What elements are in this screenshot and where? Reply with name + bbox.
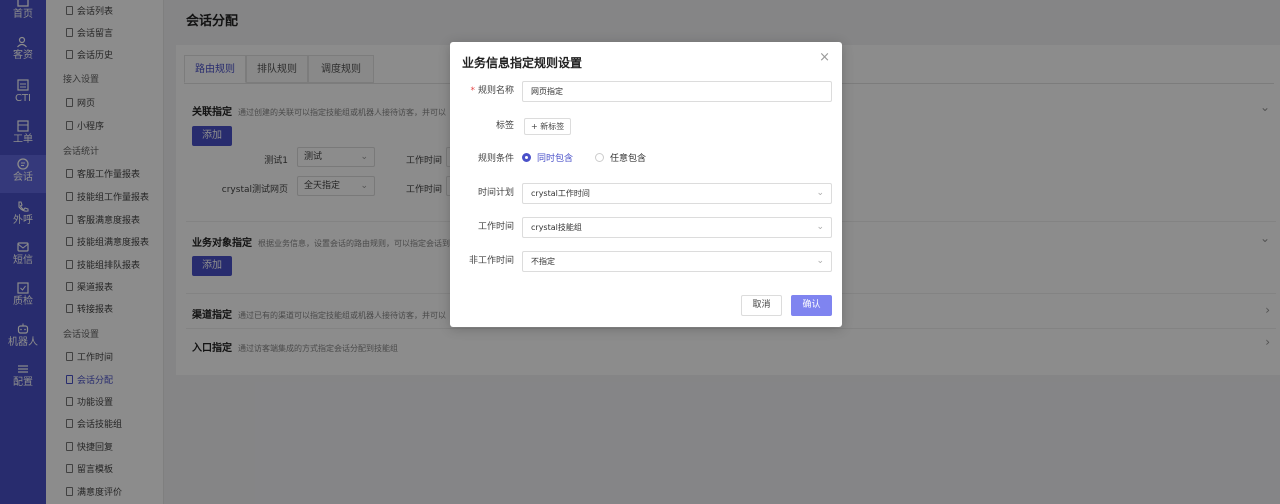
tag-label: 标签 (495, 121, 514, 131)
rule-condition-label: 规则条件 (477, 154, 514, 164)
rule-settings-dialog: 业务信息指定规则设置 × * 规则名称 网页指定 标签 + 新标签 规则条件 同时… (450, 42, 842, 327)
radio-any-match[interactable]: 任意包含 (595, 152, 646, 166)
time-plan-select[interactable]: crystal工作时间 ⌄ (522, 183, 832, 204)
rule-name-label: * 规则名称 (470, 86, 514, 96)
chevron-down-icon: ⌄ (816, 188, 824, 198)
radio-dot (595, 153, 604, 162)
dialog-title: 业务信息指定规则设置 (462, 56, 583, 70)
work-time-label: 工作时间 (477, 222, 514, 232)
radio-dot (522, 153, 531, 162)
cancel-button[interactable]: 取消 (741, 295, 782, 316)
chevron-down-icon: ⌄ (816, 222, 824, 232)
off-time-select[interactable]: 不指定 ⌄ (522, 251, 832, 272)
rule-name-input[interactable]: 网页指定 (522, 81, 832, 102)
close-icon[interactable]: × (819, 50, 830, 65)
chevron-down-icon: ⌄ (816, 256, 824, 266)
work-time-select[interactable]: crystal技能组 ⌄ (522, 217, 832, 238)
off-time-label: 非工作时间 (468, 256, 514, 266)
confirm-button[interactable]: 确认 (791, 295, 832, 316)
radio-all-match[interactable]: 同时包含 (522, 152, 573, 166)
new-tag-button[interactable]: + 新标签 (524, 118, 572, 135)
time-plan-label: 时间计划 (477, 188, 514, 198)
